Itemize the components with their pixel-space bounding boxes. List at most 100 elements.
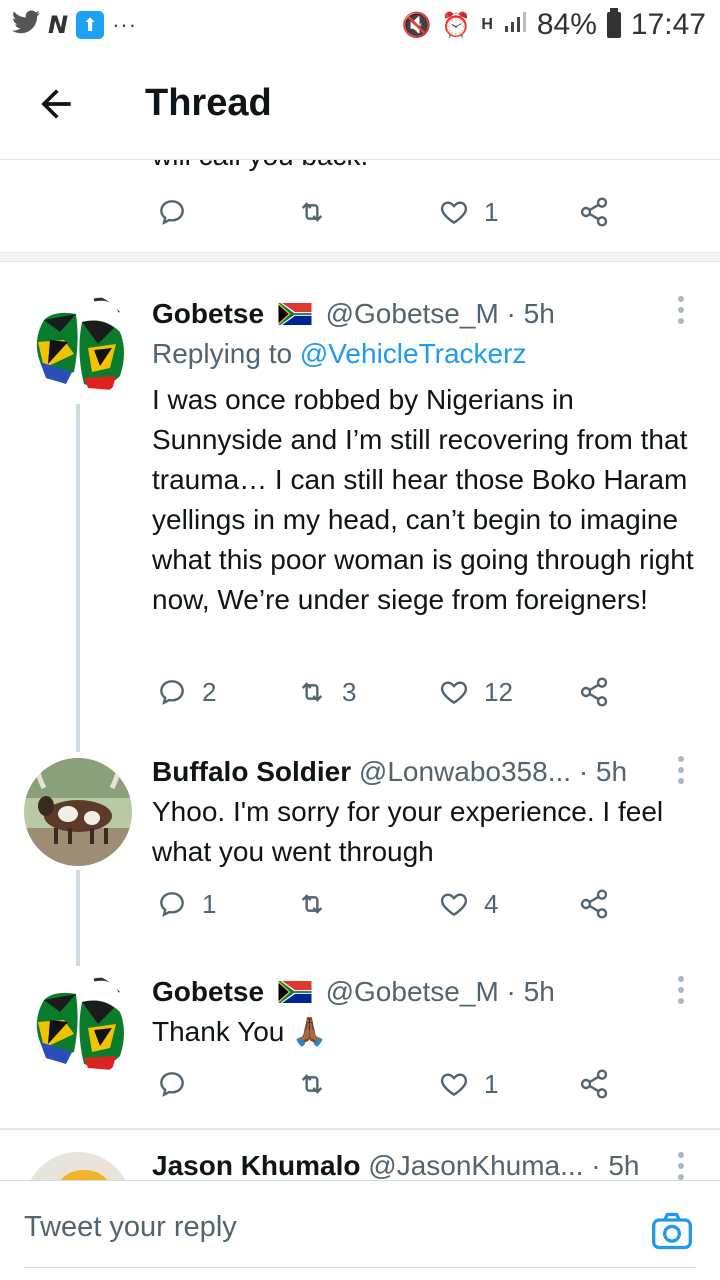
tweet-text: Thank You 🙏🏾: [152, 1016, 327, 1047]
more-dots-icon: ···: [112, 12, 138, 37]
avatar[interactable]: [24, 758, 132, 866]
like-button[interactable]: 1: [438, 1068, 498, 1100]
reply-button[interactable]: [156, 1068, 202, 1100]
heart-icon: [440, 893, 468, 917]
rocket-app-icon: ⬆: [76, 11, 105, 39]
tweet[interactable]: Jason Khumalo @JasonKhuma... · 5h: [0, 1130, 720, 1180]
camera-icon[interactable]: [650, 1209, 694, 1253]
more-options-icon[interactable]: [676, 1152, 686, 1180]
reply-compose-bar: [0, 1180, 720, 1280]
app-header: Thread: [0, 52, 720, 160]
share-icon: [580, 197, 608, 227]
replying-to-link[interactable]: @VehicleTrackerz: [300, 338, 527, 369]
status-right-icons: 🔇 ⏰ H 84% 17:47: [402, 8, 706, 42]
tweet-header: Jason Khumalo @JasonKhuma... · 5h: [152, 1150, 640, 1180]
page-title: Thread: [145, 82, 272, 124]
heart-icon: [440, 1073, 468, 1097]
alarm-icon: ⏰: [441, 11, 472, 39]
tweet-actions: 1 4: [150, 888, 630, 928]
south-africa-flag-icon: [278, 302, 312, 325]
tweet-header: Buffalo Soldier @Lonwabo358... · 5h: [152, 756, 627, 788]
tweet-actions: 1: [150, 1068, 630, 1108]
tweet-time: · 5h: [591, 1150, 640, 1180]
tweet[interactable]: Gobetse @Gobetse_M · 5h Thank You 🙏🏾 1: [0, 966, 720, 1130]
retweet-button[interactable]: [296, 888, 342, 920]
reply-input[interactable]: [24, 1211, 624, 1244]
thread-line: [76, 404, 80, 722]
share-button[interactable]: [578, 888, 610, 920]
reply-icon: [160, 892, 184, 917]
user-handle[interactable]: @Gobetse_M: [326, 298, 499, 329]
reply-icon: [160, 1072, 184, 1097]
retweet-icon: [301, 682, 323, 702]
share-icon: [580, 677, 608, 707]
like-button[interactable]: 12: [438, 676, 513, 708]
user-name[interactable]: Jason Khumalo: [152, 1150, 360, 1180]
user-name[interactable]: Buffalo Soldier: [152, 756, 351, 787]
user-name[interactable]: Gobetse: [152, 298, 264, 329]
clock: 17:47: [630, 8, 706, 41]
reply-icon: [160, 680, 184, 705]
share-button[interactable]: [578, 676, 610, 708]
heart-icon: [440, 201, 468, 225]
thread-line: [76, 722, 80, 752]
share-icon: [580, 1069, 608, 1099]
more-options-icon[interactable]: [676, 976, 686, 1006]
twitter-bird-icon: [12, 10, 40, 40]
retweet-icon: [301, 202, 323, 222]
like-count: 1: [484, 196, 499, 227]
retweet-button[interactable]: [296, 196, 342, 228]
back-arrow-icon[interactable]: [34, 82, 78, 126]
tweet[interactable]: Buffalo Soldier @Lonwabo358... · 5h Yhoo…: [0, 722, 720, 966]
signal-icon: [503, 8, 527, 42]
more-options-icon[interactable]: [676, 296, 686, 326]
retweet-icon: [301, 1074, 323, 1094]
replying-to: Replying to @VehicleTrackerz: [152, 338, 526, 370]
reply-button[interactable]: [156, 196, 202, 228]
reply-button[interactable]: 2: [156, 676, 216, 708]
tweet-header: Gobetse @Gobetse_M · 5h: [152, 976, 555, 1008]
more-options-icon[interactable]: [676, 756, 686, 786]
reply-icon: [160, 200, 184, 225]
like-count: 4: [484, 888, 499, 919]
battery-icon: [606, 8, 621, 38]
avatar[interactable]: [24, 1152, 132, 1180]
like-count: 12: [484, 676, 513, 707]
share-button[interactable]: [578, 196, 610, 228]
south-africa-flag-icon: [278, 980, 312, 1003]
battery-percent: 84%: [536, 8, 597, 41]
compose-underline: [24, 1267, 696, 1268]
user-handle[interactable]: @Gobetse_M: [326, 976, 499, 1007]
tweet-actions: 2 3 12: [150, 676, 630, 716]
partial-tweet-text: will call you back.: [152, 160, 368, 172]
tweet-text: I was once robbed by Nigerians in Sunnys…: [152, 384, 694, 615]
like-button[interactable]: 1: [438, 196, 498, 228]
tweet-time: · 5h: [506, 976, 555, 1007]
reply-count: 1: [202, 888, 217, 919]
share-button[interactable]: [578, 1068, 610, 1100]
tweet[interactable]: Gobetse @Gobetse_M · 5h Replying to @Veh…: [0, 262, 720, 722]
tweet-header: Gobetse @Gobetse_M · 5h: [152, 298, 555, 330]
avatar[interactable]: [24, 972, 132, 1080]
n-icon: N: [48, 11, 69, 39]
tweet-text: Yhoo. I'm sorry for your experience. I f…: [152, 796, 664, 867]
heart-icon: [440, 681, 468, 705]
retweet-button[interactable]: [296, 1068, 342, 1100]
tweet-time: · 5h: [506, 298, 555, 329]
reply-count: 2: [202, 676, 217, 707]
tweet-time: · 5h: [578, 756, 628, 787]
user-handle[interactable]: @Lonwabo358...: [359, 756, 571, 787]
replying-prefix: Replying to: [152, 338, 300, 369]
partial-tweet-actions: 1: [150, 196, 630, 236]
user-handle[interactable]: @JasonKhuma...: [368, 1150, 583, 1180]
retweet-button[interactable]: 3: [296, 676, 356, 708]
share-icon: [580, 889, 608, 919]
mute-icon: 🔇: [401, 11, 432, 39]
thread-content[interactable]: will call you back. 1: [0, 160, 720, 1180]
reply-button[interactable]: 1: [156, 888, 216, 920]
status-left-icons: N ⬆ ···: [12, 10, 137, 40]
like-button[interactable]: 4: [438, 888, 498, 920]
retweet-icon: [301, 894, 323, 914]
user-name[interactable]: Gobetse: [152, 976, 264, 1007]
avatar[interactable]: [24, 292, 132, 400]
